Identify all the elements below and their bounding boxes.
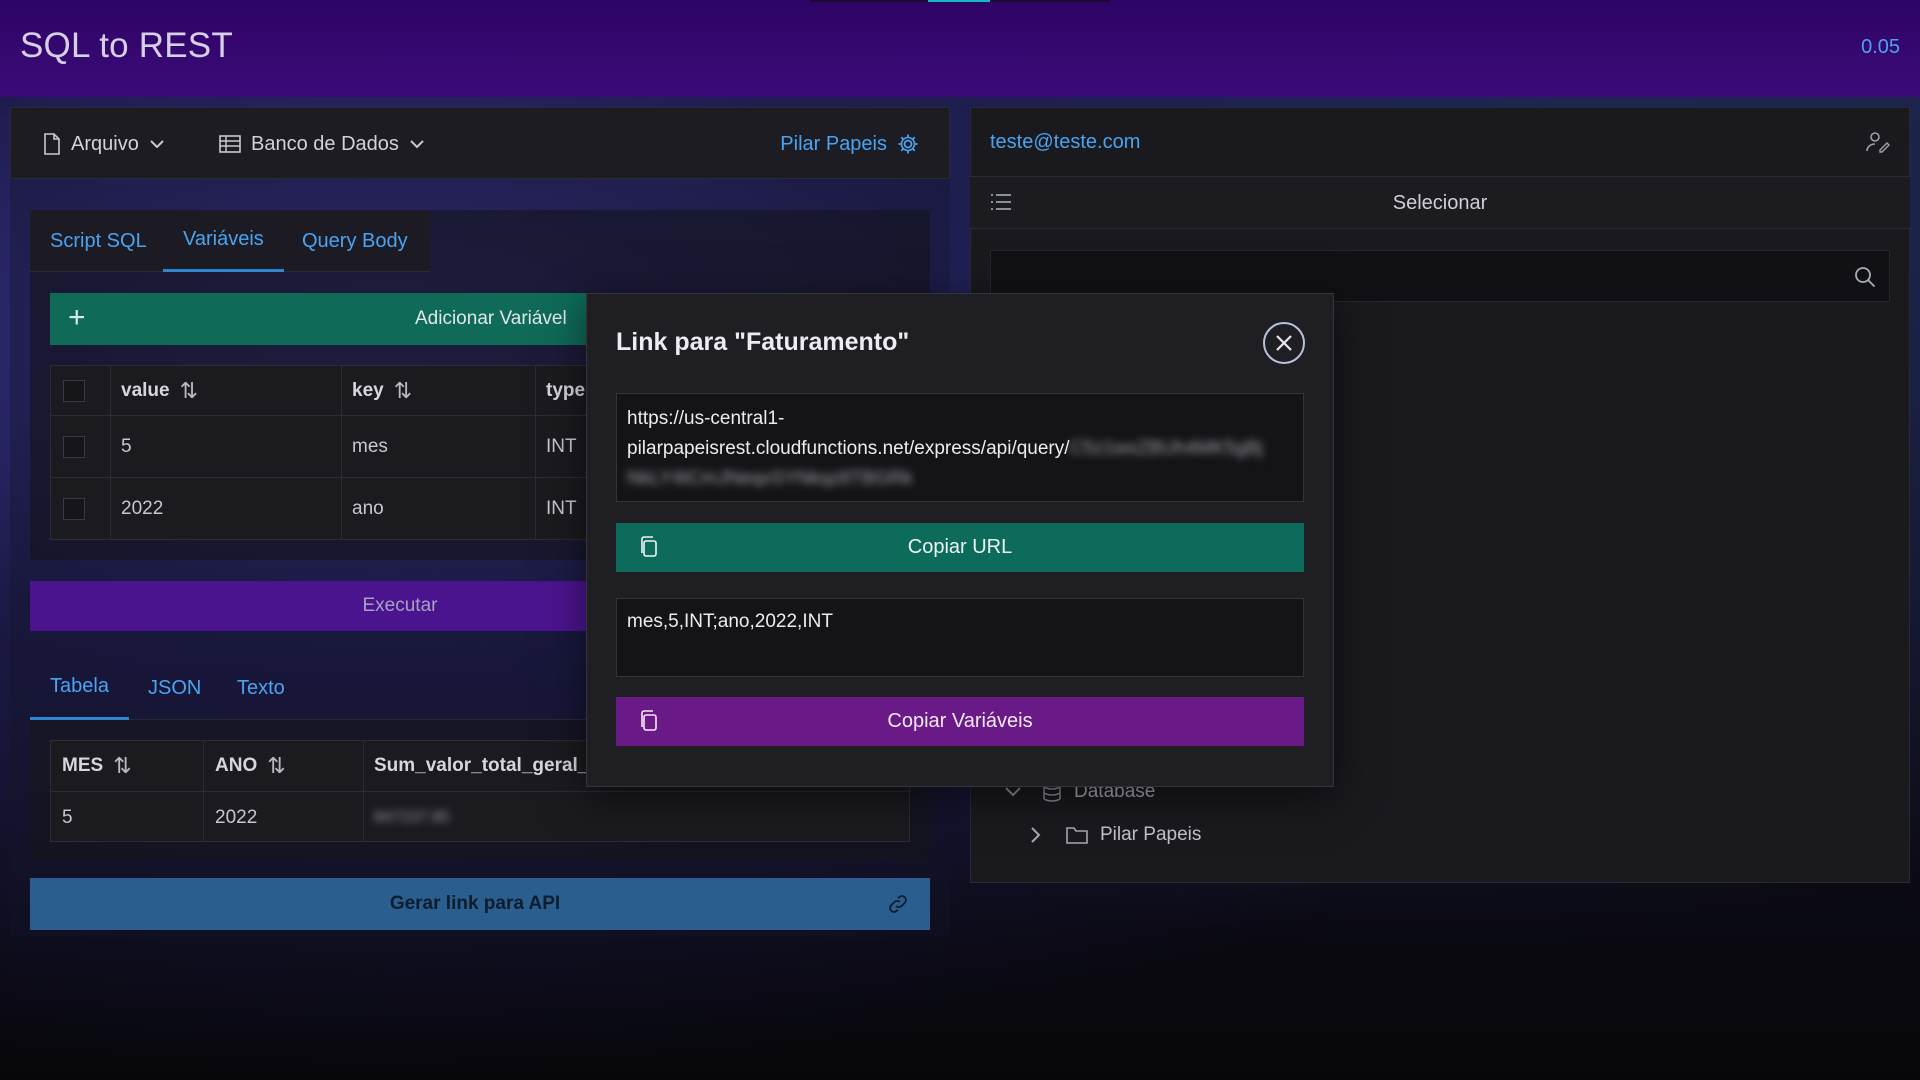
table-icon xyxy=(219,135,241,153)
cell-value: 2022 xyxy=(121,498,164,519)
select-all-checkbox[interactable] xyxy=(63,366,85,415)
plus-icon: + xyxy=(68,301,86,334)
select-bar[interactable]: Selecionar xyxy=(970,177,1910,229)
column-divider xyxy=(110,366,111,539)
search-icon[interactable] xyxy=(1853,265,1877,289)
sort-icon: ⇅ xyxy=(179,377,199,403)
copy-icon xyxy=(641,536,657,557)
file-menu[interactable]: Arquivo xyxy=(43,108,165,180)
user-link-label: Pilar Papeis xyxy=(780,132,887,155)
user-email[interactable]: teste@teste.com xyxy=(990,131,1140,154)
execute-label: Executar xyxy=(362,595,438,616)
close-icon xyxy=(1276,335,1292,351)
tree-node-label: Pilar Papeis xyxy=(1100,824,1202,845)
cell-ano: 2022 xyxy=(215,806,258,828)
close-button[interactable] xyxy=(1263,322,1305,364)
user-edit-icon[interactable] xyxy=(1866,131,1890,153)
left-toolbar: Arquivo Banco de Dados Pilar Papeis xyxy=(10,107,950,179)
variables-field[interactable]: mes,5,INT;ano,2022,INT xyxy=(616,598,1304,677)
copy-variables-button[interactable]: Copiar Variáveis xyxy=(616,697,1304,746)
app-header xyxy=(0,0,1920,97)
cell-type: INT xyxy=(546,435,577,457)
cell-type: INT xyxy=(546,498,577,519)
header-notch-accent xyxy=(928,0,990,2)
column-header-value[interactable]: value ⇅ xyxy=(121,366,198,415)
cell-key: mes xyxy=(352,435,388,457)
url-line-1: https://us-central1- xyxy=(627,408,785,429)
sort-icon: ⇅ xyxy=(393,377,413,403)
copy-url-label: Copiar URL xyxy=(907,536,1013,558)
folder-icon xyxy=(1066,827,1088,844)
url-line-2: pilarpapeisrest.cloudfunctions.net/expre… xyxy=(627,438,1263,459)
database-menu[interactable]: Banco de Dados xyxy=(219,108,425,180)
column-divider xyxy=(363,741,364,841)
cell-key: ano xyxy=(352,498,384,519)
generate-api-link-button[interactable]: Gerar link para API xyxy=(30,878,930,930)
cell-value: 5 xyxy=(121,435,132,457)
column-divider xyxy=(203,741,204,841)
editor-tabbar: Script SQL Variáveis Query Body xyxy=(30,210,430,272)
file-menu-label: Arquivo xyxy=(71,132,139,155)
column-header-type[interactable]: type xyxy=(546,366,585,415)
user-settings-link[interactable]: Pilar Papeis xyxy=(780,108,919,180)
file-icon xyxy=(44,133,60,155)
tab-json[interactable]: JSON xyxy=(128,656,221,720)
copy-url-button[interactable]: Copiar URL xyxy=(616,523,1304,572)
column-header-sum[interactable]: Sum_valor_total_geral_p xyxy=(374,741,600,791)
row-checkbox[interactable] xyxy=(63,416,85,477)
chevron-right-icon xyxy=(1031,827,1041,843)
app-version: 0.05 xyxy=(1861,36,1900,58)
tab-variaveis[interactable]: Variáveis xyxy=(163,210,284,272)
link-icon xyxy=(889,895,907,913)
row-checkbox[interactable] xyxy=(63,478,85,540)
column-divider xyxy=(535,366,536,539)
app-title: SQL to REST xyxy=(20,26,233,65)
cell-sum-blurred: 847237.85 xyxy=(374,808,450,826)
database-menu-label: Banco de Dados xyxy=(251,132,399,155)
gear-icon xyxy=(898,134,918,154)
sort-icon: ⇅ xyxy=(113,753,132,778)
chevron-down-icon xyxy=(1005,787,1021,797)
add-variable-label: Adicionar Variável xyxy=(415,308,567,329)
column-header-ano[interactable]: ANO ⇅ xyxy=(215,741,286,791)
column-header-mes[interactable]: MES ⇅ xyxy=(62,741,132,791)
tab-script-sql[interactable]: Script SQL xyxy=(30,210,167,272)
column-divider xyxy=(341,366,342,539)
chevron-down-icon xyxy=(410,140,424,149)
cell-mes: 5 xyxy=(62,806,73,828)
table-row[interactable]: 5 2022 847237.85 xyxy=(51,792,911,843)
select-label: Selecionar xyxy=(1392,192,1488,214)
tab-tabela[interactable]: Tabela xyxy=(30,656,129,720)
copy-icon xyxy=(641,710,657,731)
chevron-down-icon xyxy=(150,140,164,149)
tree-node-pilar-papeis[interactable]: Pilar Papeis xyxy=(1030,824,1201,846)
url-field[interactable]: https://us-central1- pilarpapeisrest.clo… xyxy=(616,393,1304,502)
copy-variables-label: Copiar Variáveis xyxy=(887,710,1033,732)
url-hidden-part-1: C5z1wxZBUh4MK5gBj xyxy=(1069,438,1263,459)
sort-icon: ⇅ xyxy=(267,753,286,778)
tab-query-body[interactable]: Query Body xyxy=(282,210,428,272)
url-hidden-part-2: NkLY4tCmJNeqxSYNkqz8TBGRk xyxy=(627,468,913,489)
column-header-key[interactable]: key ⇅ xyxy=(352,366,412,415)
tab-texto[interactable]: Texto xyxy=(217,656,305,720)
modal-title: Link para "Faturamento" xyxy=(616,328,910,356)
right-panel-header: teste@teste.com xyxy=(970,107,1910,177)
generate-link-label: Gerar link para API xyxy=(389,893,561,914)
